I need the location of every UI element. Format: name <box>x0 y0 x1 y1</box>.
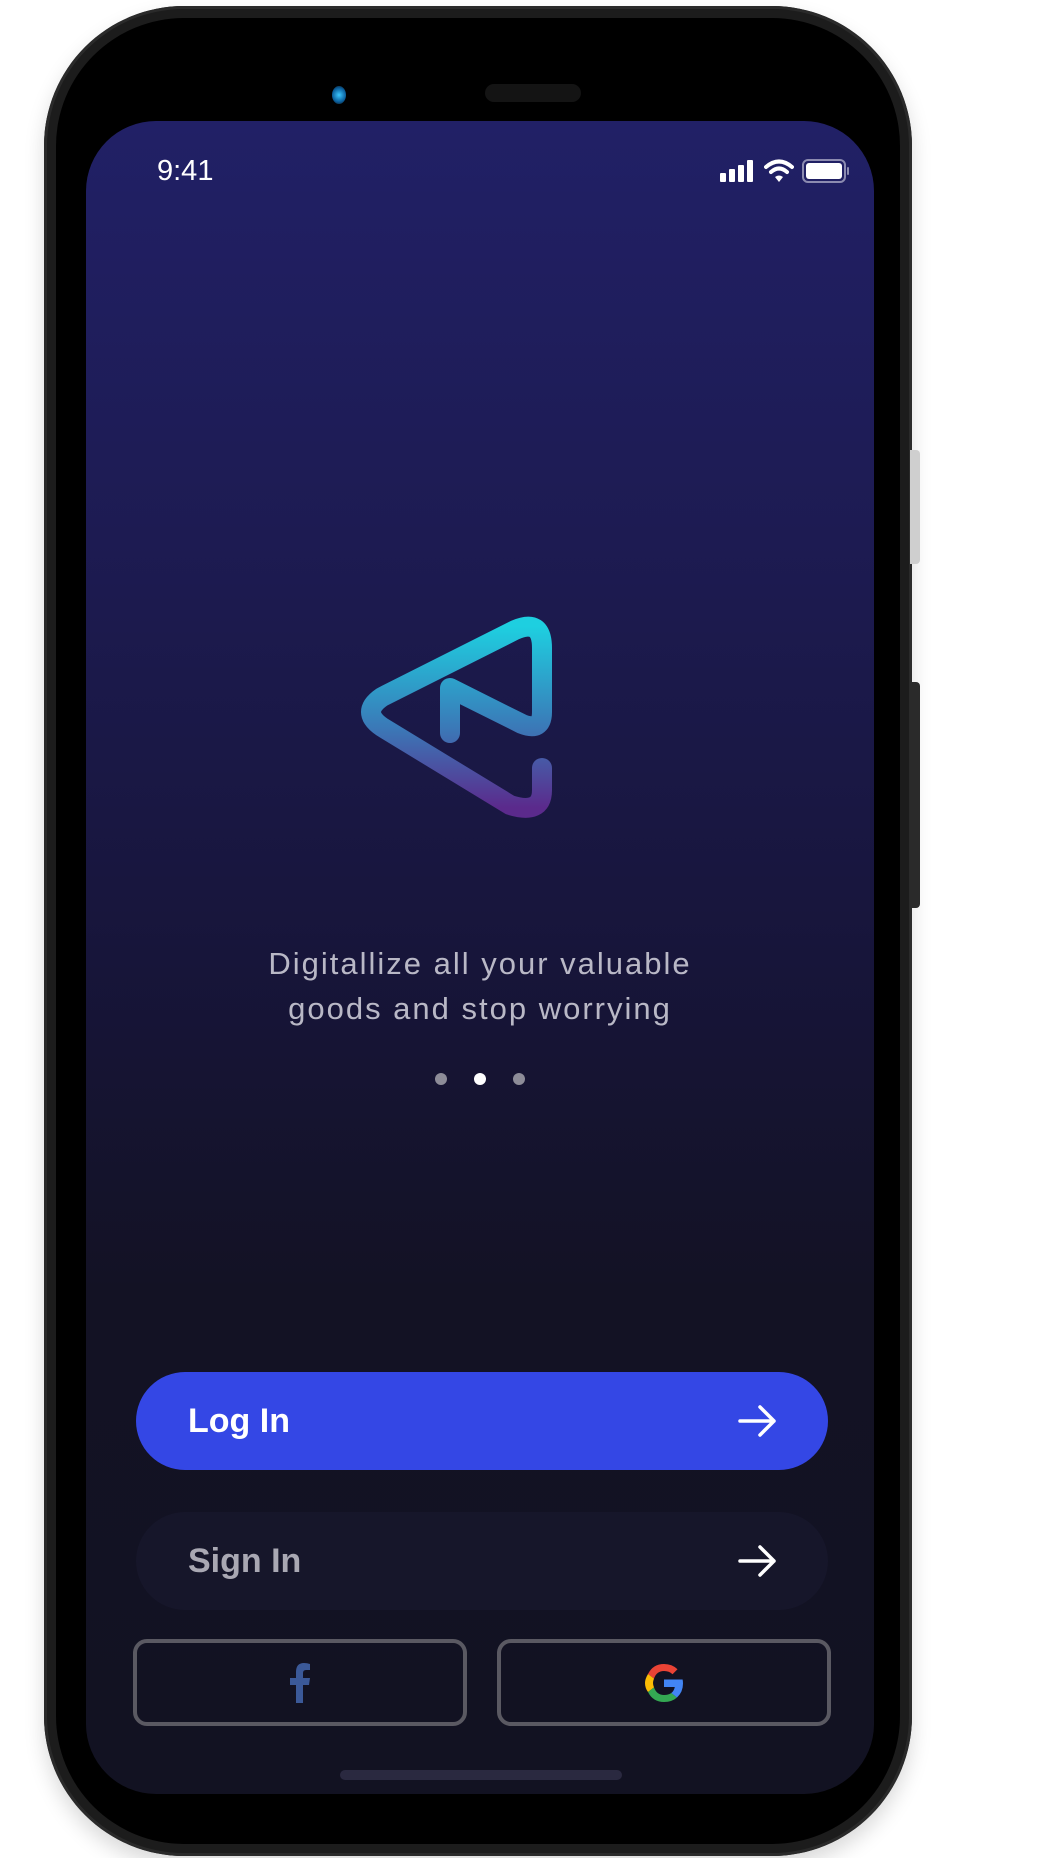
signin-label: Sign In <box>188 1541 302 1580</box>
facebook-login-button[interactable] <box>133 1639 467 1726</box>
arrow-right-icon <box>738 1405 776 1437</box>
tagline-line-1: Digitallize all your valuable <box>268 946 692 981</box>
onboarding-tagline: Digitallize all your valuable goods and … <box>86 941 874 1031</box>
app-screen: 9:41 Digitallize all your valuable goods… <box>86 121 874 1794</box>
arrow-right-icon <box>738 1545 776 1577</box>
signin-button[interactable]: Sign In <box>136 1512 828 1610</box>
page-dot-2-active[interactable] <box>474 1073 486 1085</box>
volume-button <box>910 450 920 564</box>
facebook-icon <box>290 1662 310 1703</box>
app-logo <box>361 616 552 818</box>
page-dot-1[interactable] <box>435 1073 447 1085</box>
battery-icon <box>802 159 849 183</box>
page-dot-3[interactable] <box>513 1073 525 1085</box>
login-button[interactable]: Log In <box>136 1372 828 1470</box>
tagline-line-2: goods and stop worrying <box>288 991 672 1026</box>
earpiece-speaker <box>485 84 581 102</box>
login-label: Log In <box>188 1401 290 1440</box>
front-camera <box>332 86 346 104</box>
home-indicator[interactable] <box>340 1770 622 1780</box>
power-button <box>910 682 920 908</box>
wifi-icon <box>764 159 794 182</box>
google-login-button[interactable] <box>497 1639 831 1726</box>
status-time: 9:41 <box>157 155 214 187</box>
status-icons <box>720 159 850 183</box>
page-indicator <box>86 1073 874 1085</box>
google-icon <box>645 1663 683 1702</box>
signal-icon <box>720 160 753 182</box>
